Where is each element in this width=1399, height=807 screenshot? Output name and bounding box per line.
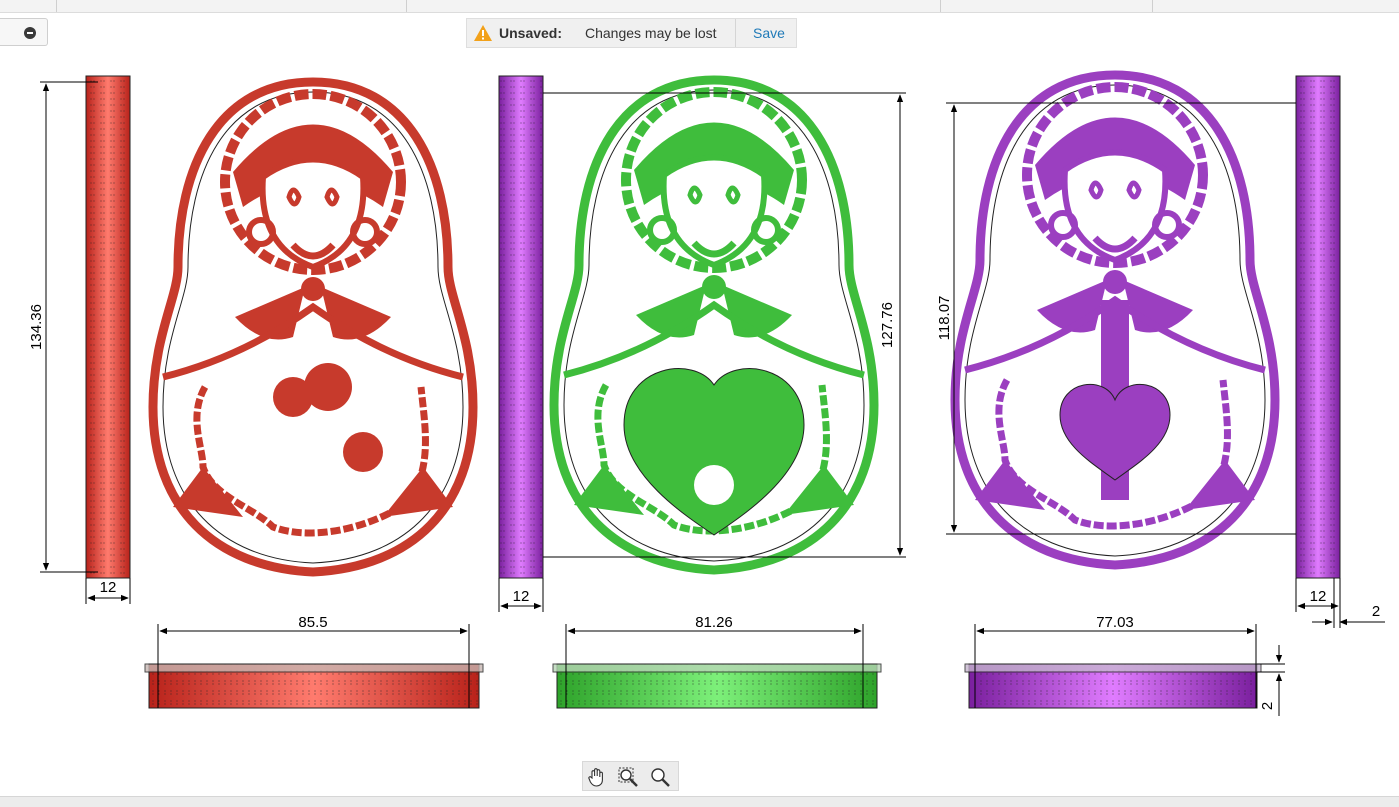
lip-height-dimension: 2 — [1259, 702, 1276, 710]
red-bottom-view — [144, 663, 484, 709]
zoom-icon[interactable] — [648, 765, 672, 789]
red-side-view — [85, 75, 131, 579]
green-bottom-view — [552, 663, 882, 709]
purple-side-view-center — [498, 75, 544, 579]
green-width-dimension: 81.26 — [695, 614, 733, 631]
green-doll-front-view — [554, 80, 874, 570]
red-height-dimension: 134.36 — [28, 304, 45, 350]
red-thickness-dimension: 12 — [100, 579, 117, 596]
purple-side-view-right — [1295, 75, 1341, 579]
drawing-canvas[interactable]: 134.36 12 85.5 127.76 12 81.26 118.07 12… — [0, 0, 1399, 806]
red-width-dimension: 85.5 — [298, 614, 327, 631]
view-tools — [582, 761, 679, 791]
purple-bottom-view — [964, 663, 1262, 709]
zoom-window-icon[interactable] — [616, 765, 640, 789]
purple-height-dimension: 118.07 — [936, 296, 953, 341]
red-doll-front-view — [153, 82, 473, 572]
green-height-dimension: 127.76 — [879, 302, 896, 348]
pan-hand-icon[interactable] — [585, 765, 609, 789]
status-bar — [0, 796, 1399, 807]
purple-width-dimension: 77.03 — [1096, 614, 1134, 631]
green-thickness-dimension: 12 — [513, 588, 530, 605]
purple-doll-front-view — [955, 75, 1275, 565]
wall-thickness-dimension: 2 — [1372, 603, 1380, 620]
purple-thickness-dimension: 12 — [1310, 588, 1327, 605]
